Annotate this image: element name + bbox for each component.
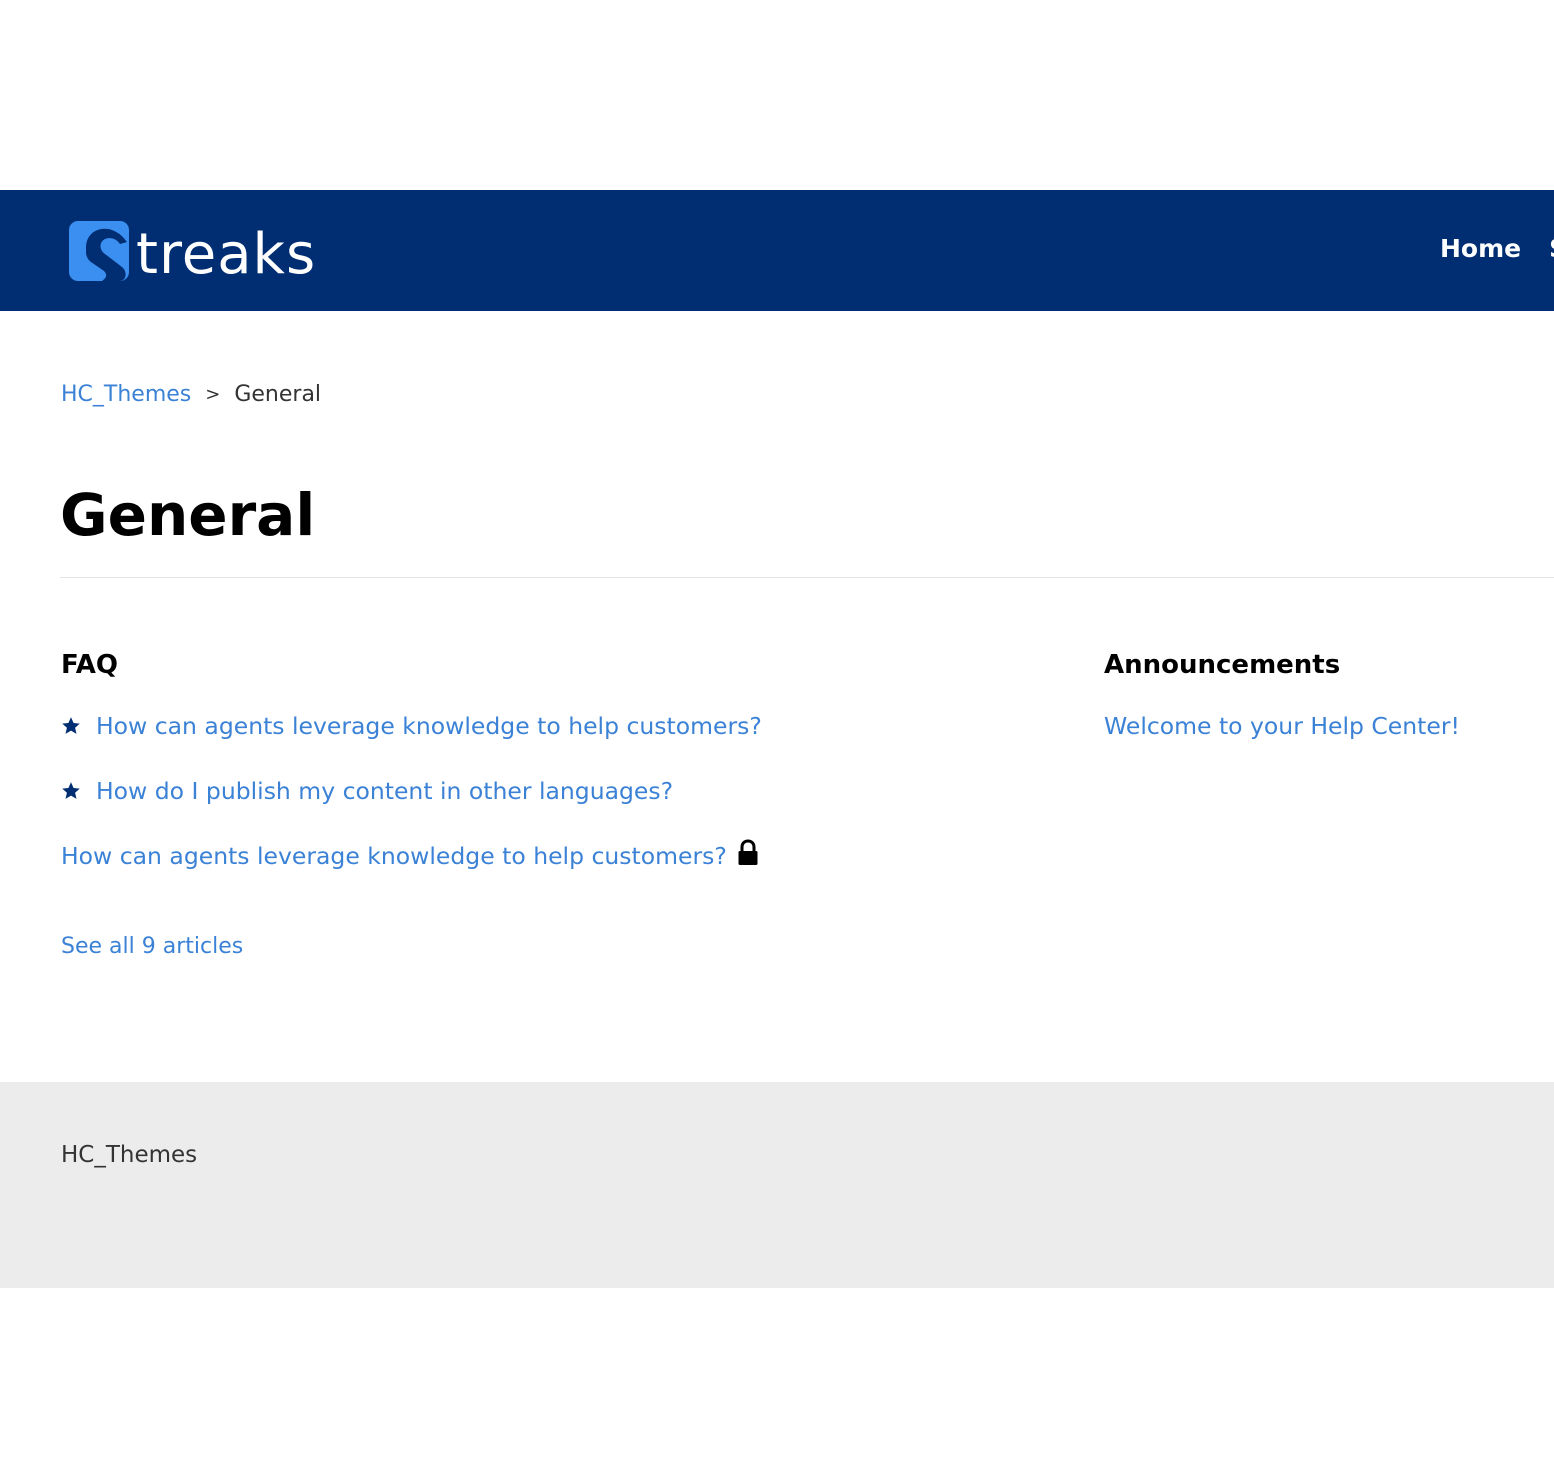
article-link[interactable]: How do I publish my content in other lan… (96, 777, 673, 805)
faq-article-list: How can agents leverage knowledge to hel… (61, 693, 961, 888)
star-icon (62, 781, 80, 799)
streaks-logo-icon (69, 221, 129, 281)
nav-link-partial[interactable]: S (1549, 234, 1554, 263)
lock-icon (738, 838, 758, 865)
breadcrumb-separator: > (205, 384, 221, 405)
article-link[interactable]: How can agents leverage knowledge to hel… (96, 712, 762, 740)
star-icon (62, 716, 80, 734)
announcements-article-list: Welcome to your Help Center! (1104, 693, 1554, 758)
list-item: How can agents leverage knowledge to hel… (61, 823, 961, 888)
nav-link-home[interactable]: Home (1440, 234, 1521, 263)
article-link[interactable]: Welcome to your Help Center! (1104, 712, 1460, 740)
page-title: General (60, 481, 316, 549)
header-nav: Home S (1440, 234, 1554, 263)
list-item: Welcome to your Help Center! (1104, 693, 1554, 758)
site-footer: HC_Themes (0, 1082, 1554, 1288)
list-item: How do I publish my content in other lan… (61, 758, 961, 823)
announcements-section-title[interactable]: Announcements (1104, 650, 1554, 684)
logo-text: treaks (136, 222, 317, 287)
breadcrumb-current: General (234, 382, 322, 407)
see-all-articles-link[interactable]: See all 9 articles (61, 934, 961, 959)
footer-brand-link[interactable]: HC_Themes (61, 1142, 197, 1168)
breadcrumb: HC_Themes > General (61, 382, 321, 407)
article-link[interactable]: How can agents leverage knowledge to hel… (61, 842, 727, 870)
logo-link[interactable]: treaks (68, 218, 316, 284)
title-divider (60, 577, 1554, 578)
breadcrumb-root-link[interactable]: HC_Themes (61, 382, 191, 407)
announcements-section: Announcements Welcome to your Help Cente… (1104, 650, 1554, 758)
faq-section: FAQ How can agents leverage knowledge to… (61, 650, 961, 959)
faq-section-title[interactable]: FAQ (61, 650, 961, 684)
site-header: treaks Home S (0, 190, 1554, 311)
list-item: How can agents leverage knowledge to hel… (61, 693, 961, 758)
